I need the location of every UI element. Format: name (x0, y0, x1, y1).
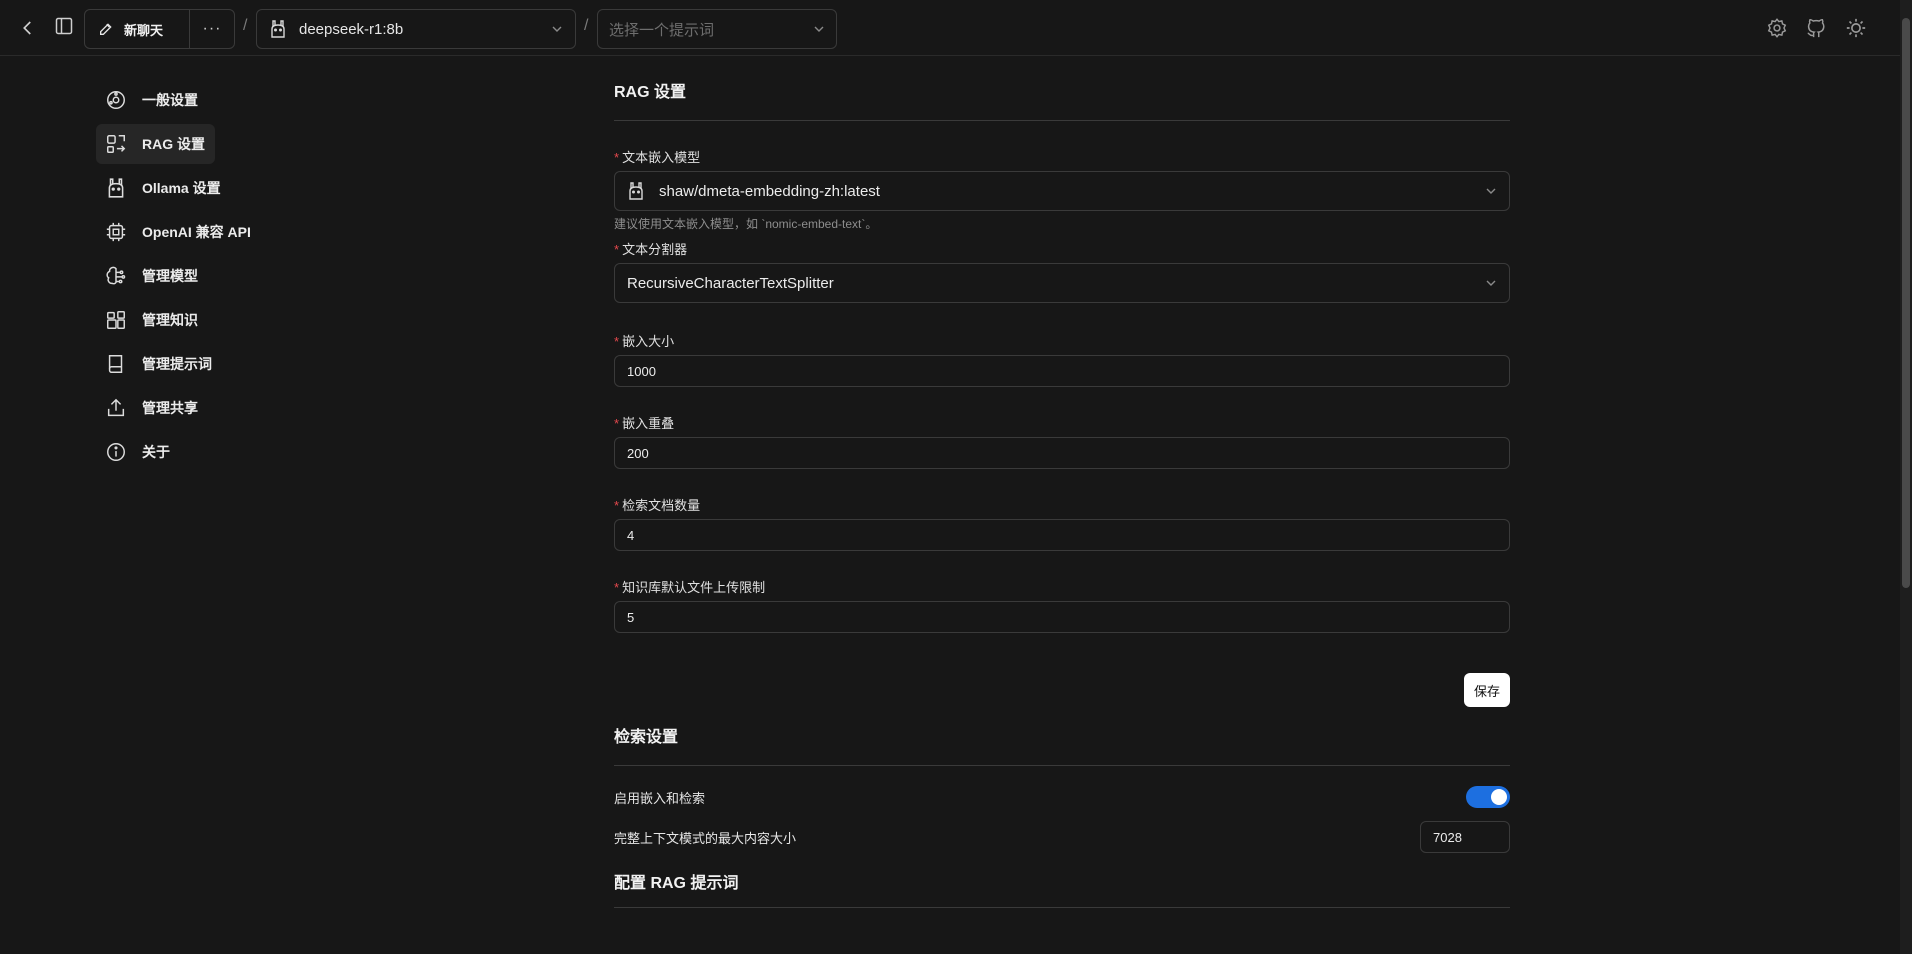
sidebar-item-general[interactable]: 一般设置 (96, 80, 316, 120)
chunk-overlap-label-text: 嵌入重叠 (622, 416, 675, 431)
general-settings-icon (104, 88, 128, 112)
enable-retrieval-toggle[interactable] (1466, 786, 1510, 808)
blocks-icon (104, 308, 128, 332)
sidebar-item-manage-knowledge[interactable]: 管理知识 (96, 300, 316, 340)
chunk-overlap-input[interactable]: 200 (614, 437, 1510, 469)
settings-gear-icon[interactable] (1763, 14, 1791, 42)
sidebar-item-label: 关于 (142, 444, 170, 460)
sidebar-item-label: 管理提示词 (142, 356, 212, 372)
edit-icon (98, 21, 114, 37)
retrieval-section-title: 检索设置 (614, 729, 679, 746)
chunk-size-input[interactable]: 1000 (614, 355, 1510, 387)
enable-retrieval-row: 启用嵌入和检索 (614, 786, 1510, 808)
sidebar-item-manage-sharing[interactable]: 管理共享 (96, 388, 316, 428)
more-options-button[interactable]: ··· (190, 10, 234, 48)
rag-section-title: RAG 设置 (614, 84, 687, 101)
max-context-row: 完整上下文模式的最大内容大小 7028 (614, 821, 1510, 853)
section-divider (614, 907, 1510, 908)
breadcrumb-separator: / (584, 17, 589, 34)
chunk-overlap-label: * 嵌入重叠 (614, 413, 1510, 431)
sidebar-item-label: 管理知识 (142, 312, 198, 328)
sidebar-item-about[interactable]: 关于 (96, 432, 316, 472)
back-icon[interactable] (14, 14, 42, 42)
sidebar-item-manage-prompts[interactable]: 管理提示词 (96, 344, 316, 384)
share-upload-icon (104, 396, 128, 420)
brain-icon (104, 264, 128, 288)
top-k-label: * 检索文档数量 (614, 495, 1510, 513)
embedding-model-hint: 建议使用文本嵌入模型，如 `nomic-embed-text`。 (614, 217, 878, 231)
splitter-label-text: 文本分割器 (622, 242, 688, 257)
required-mark: * (614, 334, 620, 349)
sun-settings-icon[interactable] (1842, 14, 1870, 42)
scrollbar-thumb[interactable] (1902, 18, 1910, 588)
info-icon (104, 440, 128, 464)
enable-retrieval-label: 启用嵌入和检索 (614, 790, 706, 806)
cpu-chip-icon (104, 220, 128, 244)
upload-limit-input[interactable]: 5 (614, 601, 1510, 633)
sidebar-item-label: Ollama 设置 (142, 180, 221, 196)
github-icon[interactable] (1802, 14, 1830, 42)
required-mark: * (614, 498, 620, 513)
required-mark: * (614, 416, 620, 431)
sidebar-item-ollama[interactable]: Ollama 设置 (96, 168, 316, 208)
chevron-down-icon (1485, 277, 1497, 289)
upload-limit-label-text: 知识库默认文件上传限制 (622, 580, 766, 595)
sidebar-item-label: 管理共享 (142, 400, 198, 416)
sidebar-toggle-icon[interactable] (50, 12, 78, 40)
embedding-model-label-text: 文本嵌入模型 (622, 150, 701, 165)
max-context-label: 完整上下文模式的最大内容大小 (614, 830, 797, 846)
model-selector-label: deepseek-r1:8b (299, 20, 404, 38)
rag-settings-panel: RAG 设置 * 文本嵌入模型 shaw/dmeta-embedding-zh:l… (614, 80, 1510, 908)
required-mark: * (614, 580, 620, 595)
sidebar-item-rag[interactable]: RAG 设置 (96, 124, 215, 164)
top-k-input[interactable]: 4 (614, 519, 1510, 551)
ollama-llama-icon (104, 176, 128, 200)
settings-sidebar: 一般设置 RAG 设置 Ollama 设置 OpenAI 兼容 API 管理模型… (96, 80, 316, 476)
required-mark: * (614, 242, 620, 257)
rag-prompt-section-title: 配置 RAG 提示词 (614, 875, 739, 892)
ollama-llama-icon (627, 181, 645, 201)
splitter-label: * 文本分割器 (614, 239, 1510, 257)
top-bar: 新聊天 ··· / deepseek-r1:8b / 选择一个提示词 (0, 0, 1900, 56)
save-row: 保存 (614, 673, 1510, 707)
new-chat-label: 新聊天 (124, 22, 164, 38)
top-k-label-text: 检索文档数量 (622, 498, 701, 513)
embedding-model-label: * 文本嵌入模型 (614, 147, 1510, 165)
chevron-down-icon (1485, 185, 1497, 197)
new-chat-button[interactable]: 新聊天 (85, 10, 190, 48)
upload-limit-label: * 知识库默认文件上传限制 (614, 577, 1510, 595)
rag-icon (104, 132, 128, 156)
embedding-model-select[interactable]: shaw/dmeta-embedding-zh:latest (614, 171, 1510, 211)
splitter-value: RecursiveCharacterTextSplitter (627, 274, 834, 292)
save-button[interactable]: 保存 (1464, 673, 1510, 707)
chevron-down-icon (551, 23, 563, 35)
chevron-down-icon (813, 23, 825, 35)
book-icon (104, 352, 128, 376)
required-mark: * (614, 150, 620, 165)
sidebar-item-manage-models[interactable]: 管理模型 (96, 256, 316, 296)
new-chat-group: 新聊天 ··· (84, 9, 235, 49)
chunk-size-label: * 嵌入大小 (614, 331, 1510, 349)
prompt-selector[interactable]: 选择一个提示词 (597, 9, 837, 49)
prompt-selector-placeholder: 选择一个提示词 (609, 21, 715, 39)
sidebar-item-openai-api[interactable]: OpenAI 兼容 API (96, 212, 316, 252)
sidebar-item-label: OpenAI 兼容 API (142, 224, 251, 240)
model-selector[interactable]: deepseek-r1:8b (256, 9, 576, 49)
sidebar-item-label: 管理模型 (142, 268, 198, 284)
splitter-select[interactable]: RecursiveCharacterTextSplitter (614, 263, 1510, 303)
sidebar-item-label: 一般设置 (142, 92, 198, 108)
ollama-llama-icon (269, 19, 287, 39)
sidebar-item-label: RAG 设置 (142, 136, 205, 152)
section-divider (614, 765, 1510, 766)
section-divider (614, 120, 1510, 121)
max-context-input[interactable]: 7028 (1420, 821, 1510, 853)
chunk-size-label-text: 嵌入大小 (622, 334, 675, 349)
toggle-knob (1491, 789, 1507, 805)
breadcrumb-separator: / (243, 17, 248, 34)
embedding-model-value: shaw/dmeta-embedding-zh:latest (659, 182, 880, 200)
